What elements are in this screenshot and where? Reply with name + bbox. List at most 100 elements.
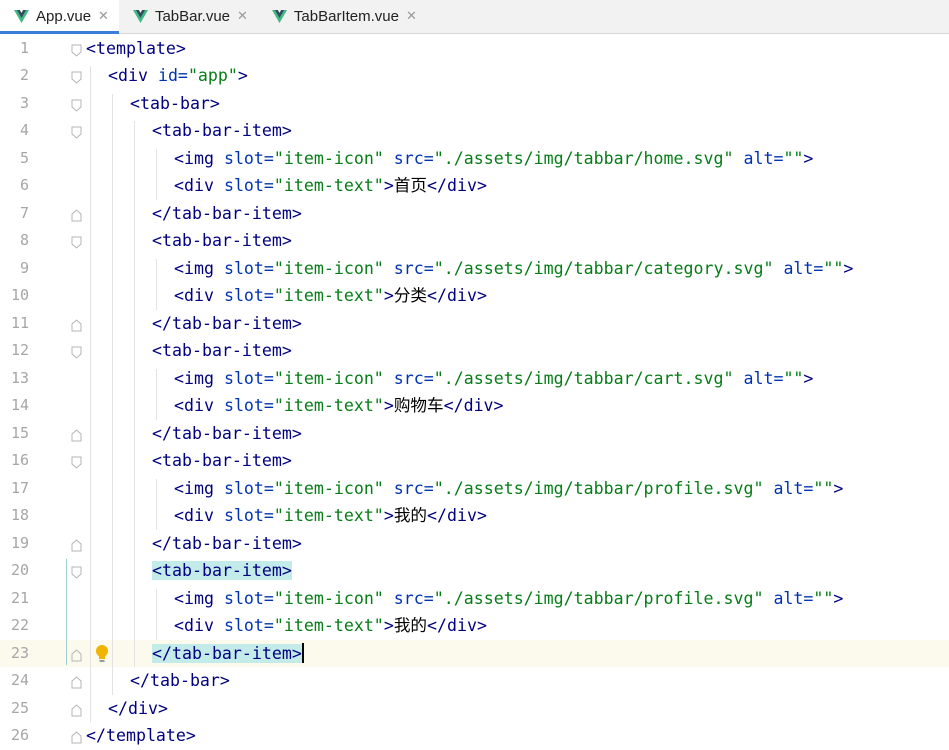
code-line[interactable]: 12 <tab-bar-item>: [0, 337, 949, 365]
code-text: <div slot="item-text">我的</div>: [174, 612, 487, 640]
code-line[interactable]: 5 <img slot="item-icon" src="./assets/img…: [0, 145, 949, 173]
line-number: 18: [10, 506, 29, 524]
code-line[interactable]: 14 <div slot="item-text">购物车</div>: [0, 392, 949, 420]
fold-close-icon[interactable]: [71, 537, 82, 551]
close-tab-icon[interactable]: ✕: [98, 9, 109, 24]
code-token: src=: [393, 258, 434, 278]
fold-open-icon[interactable]: [71, 42, 82, 57]
code-token: "./assets/img/tabbar/profile.svg": [433, 588, 774, 608]
code-token: "./assets/img/tabbar/category.svg": [433, 258, 784, 278]
code-line[interactable]: 8 <tab-bar-item>: [0, 227, 949, 255]
code-line[interactable]: 11 </tab-bar-item>: [0, 310, 949, 338]
code-text: <div slot="item-text">首页</div>: [174, 172, 487, 200]
code-line[interactable]: 22 <div slot="item-text">我的</div>: [0, 612, 949, 640]
close-tab-icon[interactable]: ✕: [237, 9, 248, 24]
tab-label: App.vue: [36, 8, 92, 25]
fold-close-icon[interactable]: [71, 674, 82, 689]
code-token: slot=: [223, 588, 274, 608]
code-token: <div: [174, 506, 224, 525]
code-text: <img slot="item-icon" src="./assets/img/…: [174, 255, 853, 283]
code-token: slot=: [223, 506, 274, 525]
line-number: 3: [19, 93, 29, 112]
code-line[interactable]: 23 </tab-bar-item>: [0, 639, 949, 668]
code-token: >: [803, 368, 814, 388]
code-token: </div>: [108, 698, 168, 718]
code-token: </tab-bar-item>: [152, 533, 302, 553]
code-token: <template>: [86, 38, 186, 58]
code-text: <div slot="item-text">购物车</div>: [174, 392, 504, 420]
line-number: 13: [10, 368, 29, 387]
fold-close-icon[interactable]: [71, 729, 82, 744]
code-text: </tab-bar-item>: [152, 640, 304, 668]
line-number: 22: [10, 616, 29, 634]
code-editor[interactable]: 1 <template> 2 <div id="app"> 3 <tab-bar> 4 <ta…: [0, 34, 949, 748]
close-tab-icon[interactable]: ✕: [406, 9, 417, 24]
code-line[interactable]: 10 <div slot="item-text">分类</div>: [0, 282, 949, 310]
code-token: "item-text": [273, 286, 384, 305]
code-text: <img slot="item-icon" src="./assets/img/…: [174, 475, 843, 503]
code-text: </tab-bar-item>: [152, 420, 302, 448]
code-token: "item-icon": [273, 258, 394, 278]
code-line[interactable]: 3 <tab-bar>: [0, 90, 949, 118]
fold-open-icon[interactable]: [71, 97, 82, 112]
line-number: 5: [19, 148, 29, 167]
fold-open-icon[interactable]: [71, 69, 82, 84]
indent-guide: [156, 588, 157, 640]
code-line[interactable]: 13 <img slot="item-icon" src="./assets/im…: [0, 365, 949, 393]
fold-open-icon[interactable]: [71, 344, 82, 359]
fold-close-icon[interactable]: [71, 702, 82, 716]
code-line[interactable]: 24 </tab-bar>: [0, 667, 949, 695]
code-line[interactable]: 20 <tab-bar-item>: [0, 557, 949, 585]
line-number: 20: [10, 561, 29, 579]
tab-tabbar-vue[interactable]: TabBar.vue ✕: [119, 0, 258, 33]
code-token: "item-text": [273, 396, 384, 415]
code-line[interactable]: 21 <img slot="item-icon" src="./assets/im…: [0, 585, 949, 613]
code-token: <div: [108, 66, 158, 85]
code-token: </div>: [427, 616, 487, 635]
code-text: <img slot="item-icon" src="./assets/img/…: [174, 585, 843, 613]
code-line[interactable]: 16 <tab-bar-item>: [0, 447, 949, 475]
code-line[interactable]: 19 </tab-bar-item>: [0, 530, 949, 558]
code-text: </tab-bar-item>: [152, 310, 302, 338]
code-line[interactable]: 2 <div id="app">: [0, 62, 949, 90]
code-line[interactable]: 7 </tab-bar-item>: [0, 200, 949, 228]
code-text: <tab-bar>: [130, 90, 220, 118]
code-line[interactable]: 17 <img slot="item-icon" src="./assets/im…: [0, 475, 949, 503]
code-token: 首页: [393, 176, 427, 195]
fold-close-icon[interactable]: [71, 207, 82, 221]
code-token: <div: [174, 396, 224, 415]
tab-tabbaritem-vue[interactable]: TabBarItem.vue ✕: [258, 0, 427, 33]
code-line[interactable]: 26 </template>: [0, 722, 949, 750]
code-line[interactable]: 6 <div slot="item-text">首页</div>: [0, 172, 949, 200]
code-text: <tab-bar-item>: [152, 227, 292, 255]
fold-open-icon[interactable]: [71, 234, 82, 249]
line-number: 1: [19, 38, 29, 57]
code-token: </tab-bar-item>: [152, 643, 302, 663]
fold-open-icon[interactable]: [71, 454, 82, 469]
line-number: 24: [10, 671, 29, 689]
code-line[interactable]: 15 </tab-bar-item>: [0, 420, 949, 448]
lightbulb-icon[interactable]: [94, 644, 110, 664]
fold-open-icon[interactable]: [71, 124, 82, 139]
tab-app-vue[interactable]: App.vue ✕: [0, 0, 119, 34]
fold-close-icon[interactable]: [71, 427, 82, 441]
indent-guide: [156, 148, 157, 200]
code-token: src=: [393, 148, 434, 168]
code-token: "./assets/img/tabbar/home.svg": [433, 148, 744, 168]
fold-close-icon[interactable]: [71, 647, 82, 661]
code-token: >: [383, 396, 394, 415]
fold-open-icon[interactable]: [71, 564, 82, 579]
code-line[interactable]: 25 </div>: [0, 695, 949, 723]
code-token: slot=: [223, 148, 274, 168]
code-token: <: [152, 561, 162, 580]
fold-close-icon[interactable]: [71, 317, 82, 331]
code-line[interactable]: 1 <template>: [0, 35, 949, 63]
code-token: >: [833, 478, 844, 498]
code-line[interactable]: 9 <img slot="item-icon" src="./assets/img…: [0, 255, 949, 283]
code-token: "item-icon": [273, 588, 394, 608]
code-token: slot=: [223, 258, 274, 278]
code-text: </div>: [108, 695, 168, 723]
code-line[interactable]: 18 <div slot="item-text">我的</div>: [0, 502, 949, 530]
code-line[interactable]: 4 <tab-bar-item>: [0, 117, 949, 145]
line-number: 8: [19, 231, 29, 249]
